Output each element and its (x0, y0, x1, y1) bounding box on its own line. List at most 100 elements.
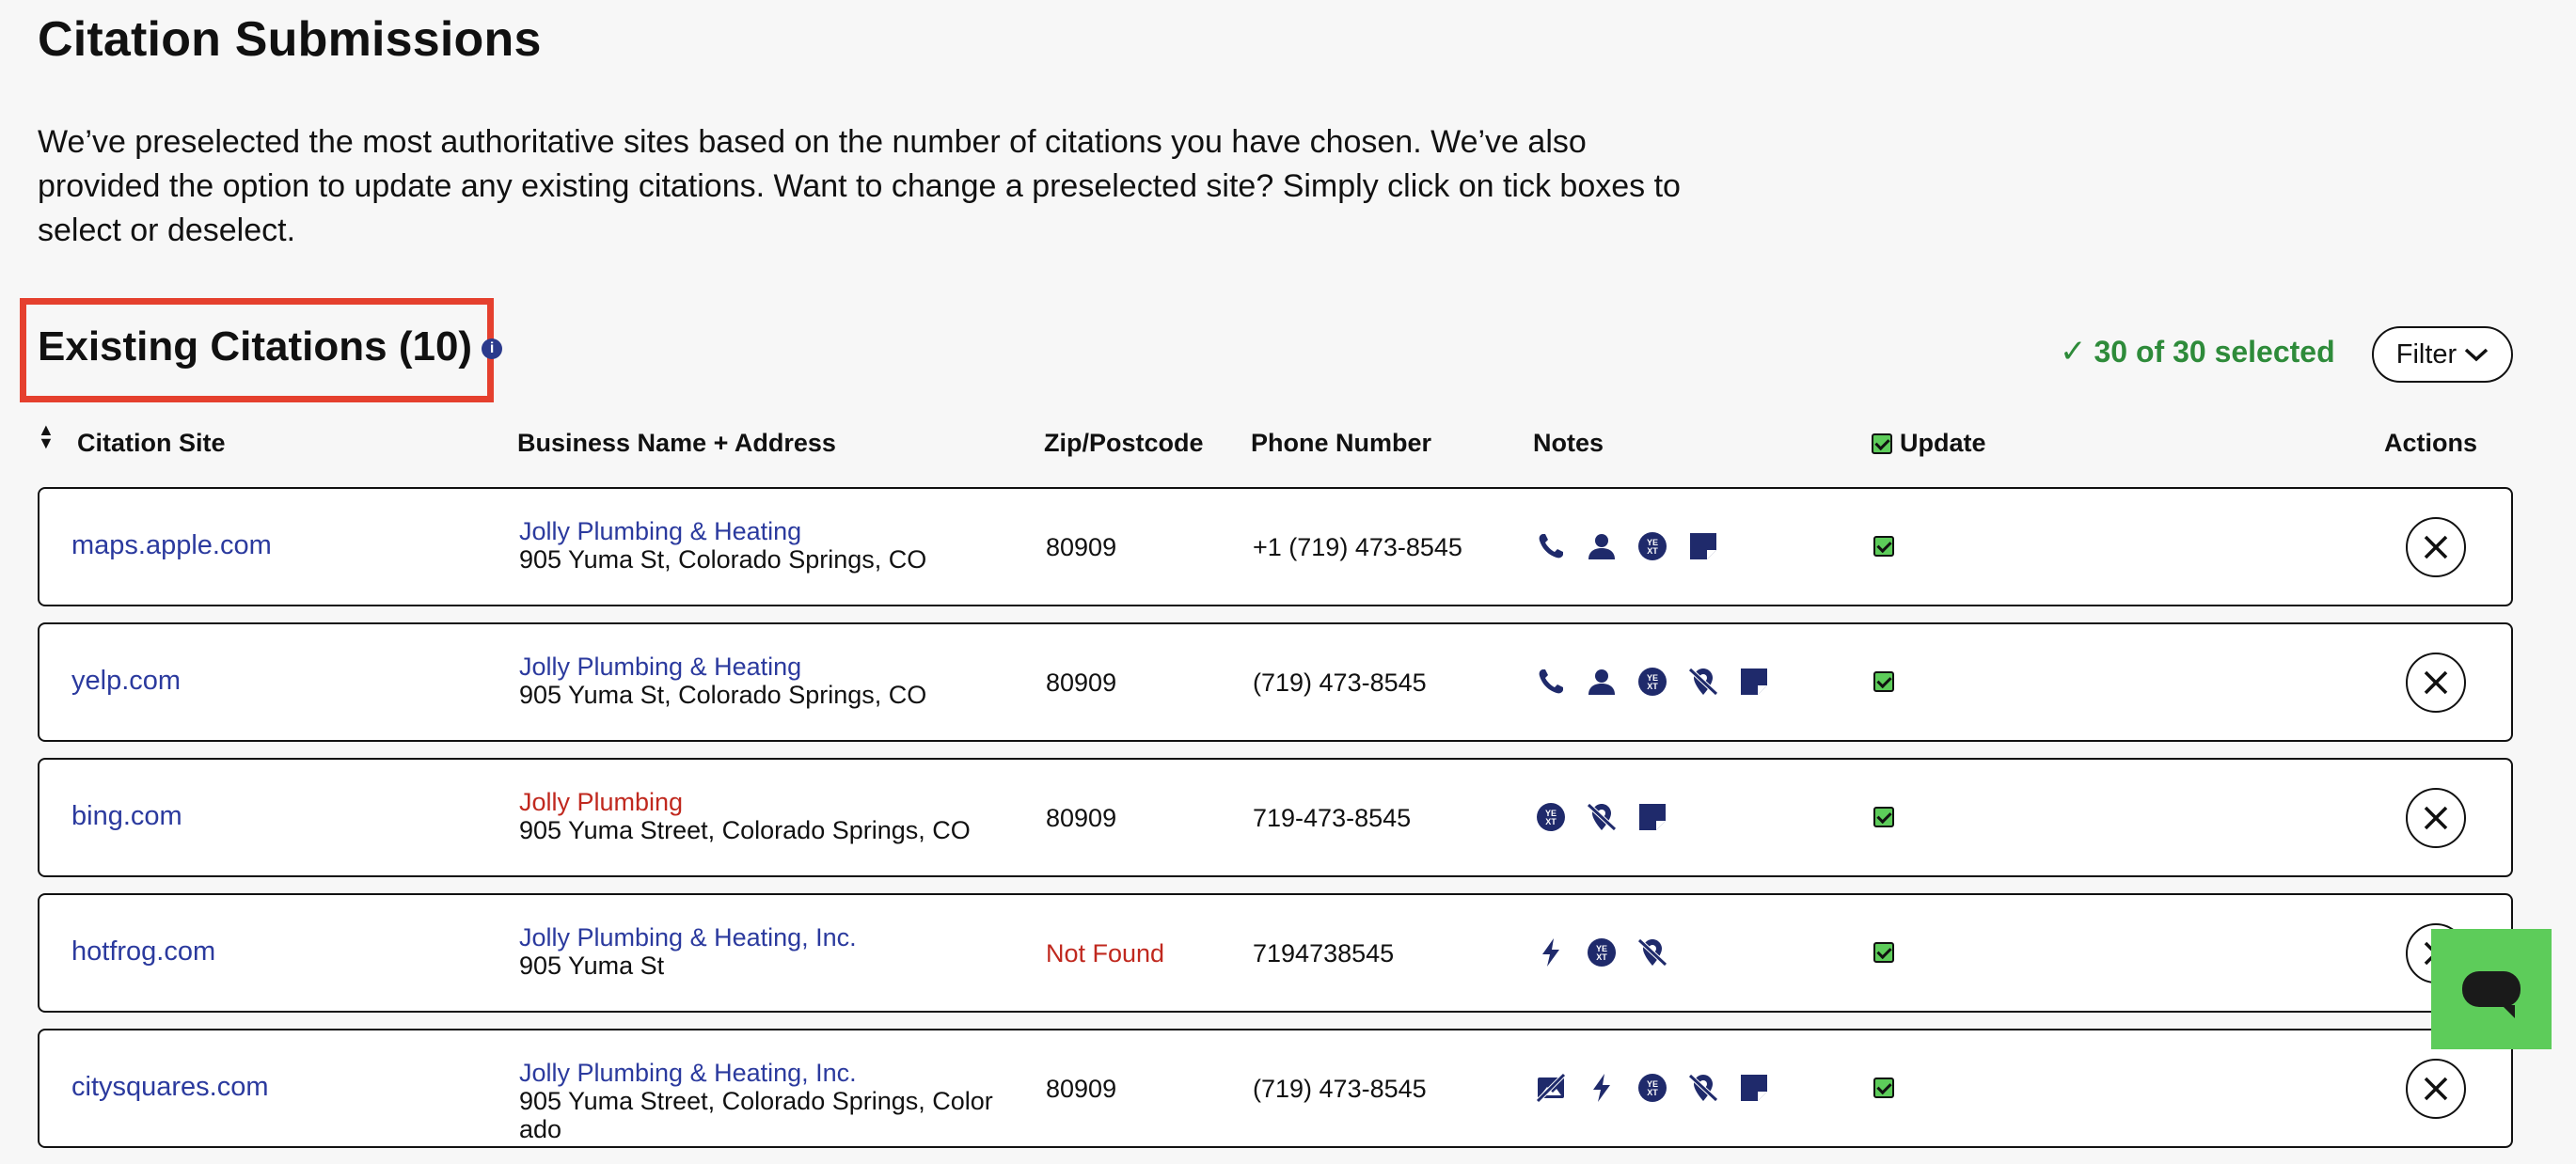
zip-code: 80909 (1046, 804, 1117, 832)
citation-site-link[interactable]: yelp.com (71, 666, 181, 697)
selected-count: ✓ 30 of 30 selected (2060, 333, 2335, 370)
col-phone: Phone Number (1251, 429, 1432, 457)
business-info: Jolly Plumbing & Heating, Inc. 905 Yuma … (519, 1059, 1008, 1143)
intro-text: We’ve preselected the most authoritative… (38, 124, 1681, 248)
yext-icon: YE XT (1636, 1072, 1668, 1104)
business-name: Jolly Plumbing & Heating (519, 517, 802, 545)
zip-code: Not Found (1046, 939, 1165, 967)
notes-icons: YE XT (1535, 530, 1719, 562)
phone-number: 719-473-8545 (1253, 804, 1412, 832)
zip-code: 80909 (1046, 1075, 1117, 1103)
remove-button[interactable] (2406, 1059, 2466, 1119)
update-checkbox[interactable] (1873, 536, 1894, 557)
business-name: Jolly Plumbing & Heating, Inc. (519, 923, 857, 952)
svg-text:XT: XT (1596, 952, 1607, 962)
yext-icon: YE XT (1636, 666, 1668, 698)
notes-icons: YE XT (1535, 666, 1770, 698)
zip-code: 80909 (1046, 533, 1117, 561)
table-row: bing.com Jolly Plumbing 905 Yuma Street,… (38, 758, 2513, 877)
chat-button[interactable] (2431, 929, 2552, 1049)
table-row: maps.apple.com Jolly Plumbing & Heating … (38, 487, 2513, 606)
user-icon (1586, 666, 1618, 698)
close-icon (2424, 670, 2448, 695)
business-info: Jolly Plumbing & Heating 905 Yuma St, Co… (519, 517, 1008, 574)
update-all-checkbox[interactable] (1872, 433, 1892, 454)
page-title: Citation Submissions (38, 12, 542, 67)
remove-button[interactable] (2406, 517, 2466, 577)
business-name: Jolly Plumbing (519, 788, 684, 816)
phone-icon (1535, 530, 1567, 562)
business-address: 905 Yuma Street, Colorado Springs, Color… (519, 1087, 993, 1143)
svg-text:XT: XT (1647, 682, 1658, 691)
svg-text:XT: XT (1647, 546, 1658, 556)
phone-number: (719) 473-8545 (1253, 669, 1427, 697)
filter-button[interactable]: Filter (2372, 326, 2513, 383)
col-business: Business Name + Address (517, 429, 836, 457)
update-checkbox[interactable] (1873, 807, 1894, 827)
no-image-icon (1535, 1072, 1567, 1104)
business-info: Jolly Plumbing 905 Yuma Street, Colorado… (519, 788, 1008, 844)
col-actions: Actions (2384, 429, 2478, 457)
business-name: Jolly Plumbing & Heating (519, 653, 802, 681)
citation-site-link[interactable]: bing.com (71, 801, 182, 832)
yext-icon: YE XT (1636, 530, 1668, 562)
phone-number: (719) 473-8545 (1253, 1075, 1427, 1103)
table-row: hotfrog.com Jolly Plumbing & Heating, In… (38, 893, 2513, 1013)
notes-icons: YE XT (1535, 936, 1668, 968)
yext-icon: YE XT (1535, 801, 1567, 833)
update-checkbox[interactable] (1873, 671, 1894, 692)
sort-icon[interactable]: ▲ ▼ (38, 421, 55, 451)
info-icon[interactable]: i (482, 338, 503, 359)
business-info: Jolly Plumbing & Heating, Inc. 905 Yuma … (519, 923, 1008, 980)
business-name: Jolly Plumbing & Heating, Inc. (519, 1059, 857, 1087)
col-notes: Notes (1533, 429, 1604, 457)
table-row: yelp.com Jolly Plumbing & Heating 905 Yu… (38, 622, 2513, 742)
business-address: 905 Yuma St (519, 952, 665, 980)
note-icon (1687, 530, 1719, 562)
section-title: Existing Citations (10) (38, 323, 473, 370)
user-icon (1586, 530, 1618, 562)
col-update: Update (1872, 429, 1986, 458)
no-location-icon (1636, 936, 1668, 968)
citation-site-link[interactable]: hotfrog.com (71, 936, 215, 967)
zip-code: 80909 (1046, 669, 1117, 697)
phone-icon (1535, 666, 1567, 698)
svg-text:XT: XT (1545, 817, 1557, 826)
citation-site-link[interactable]: maps.apple.com (71, 530, 272, 561)
note-icon (1738, 666, 1770, 698)
note-icon (1738, 1072, 1770, 1104)
col-citation-site[interactable]: Citation Site (77, 429, 226, 458)
close-icon (2424, 1077, 2448, 1101)
notes-icons: YE XT (1535, 1072, 1770, 1104)
no-location-icon (1687, 1072, 1719, 1104)
phone-number: +1 (719) 473-8545 (1253, 533, 1462, 561)
svg-text:XT: XT (1647, 1088, 1658, 1097)
table-row: citysquares.com Jolly Plumbing & Heating… (38, 1029, 2513, 1148)
yext-icon: YE XT (1586, 936, 1618, 968)
business-address: 905 Yuma Street, Colorado Springs, CO (519, 816, 971, 844)
table-header: ▲ ▼ Citation Site Business Name + Address… (38, 421, 2513, 463)
selected-count-label: 30 of 30 selected (2094, 334, 2335, 369)
note-icon (1636, 801, 1668, 833)
filter-label: Filter (2395, 338, 2457, 370)
close-icon (2424, 535, 2448, 559)
no-location-icon (1687, 666, 1719, 698)
close-icon (2424, 806, 2448, 830)
business-info: Jolly Plumbing & Heating 905 Yuma St, Co… (519, 653, 1008, 709)
notes-icons: YE XT (1535, 801, 1668, 833)
bolt-icon (1586, 1072, 1618, 1104)
chat-icon (2462, 971, 2521, 1018)
citation-site-link[interactable]: citysquares.com (71, 1072, 269, 1103)
chevron-down-icon (2465, 348, 2489, 362)
update-checkbox[interactable] (1873, 1077, 1894, 1098)
col-zip: Zip/Postcode (1044, 429, 1204, 457)
phone-number: 7194738545 (1253, 939, 1395, 967)
business-address: 905 Yuma St, Colorado Springs, CO (519, 681, 927, 709)
check-icon: ✓ (2060, 334, 2087, 370)
remove-button[interactable] (2406, 653, 2466, 713)
col-update-label: Update (1900, 429, 1986, 457)
update-checkbox[interactable] (1873, 942, 1894, 963)
business-address: 905 Yuma St, Colorado Springs, CO (519, 545, 927, 574)
existing-citations-title: Existing Citations (10) i (38, 323, 503, 370)
remove-button[interactable] (2406, 788, 2466, 848)
